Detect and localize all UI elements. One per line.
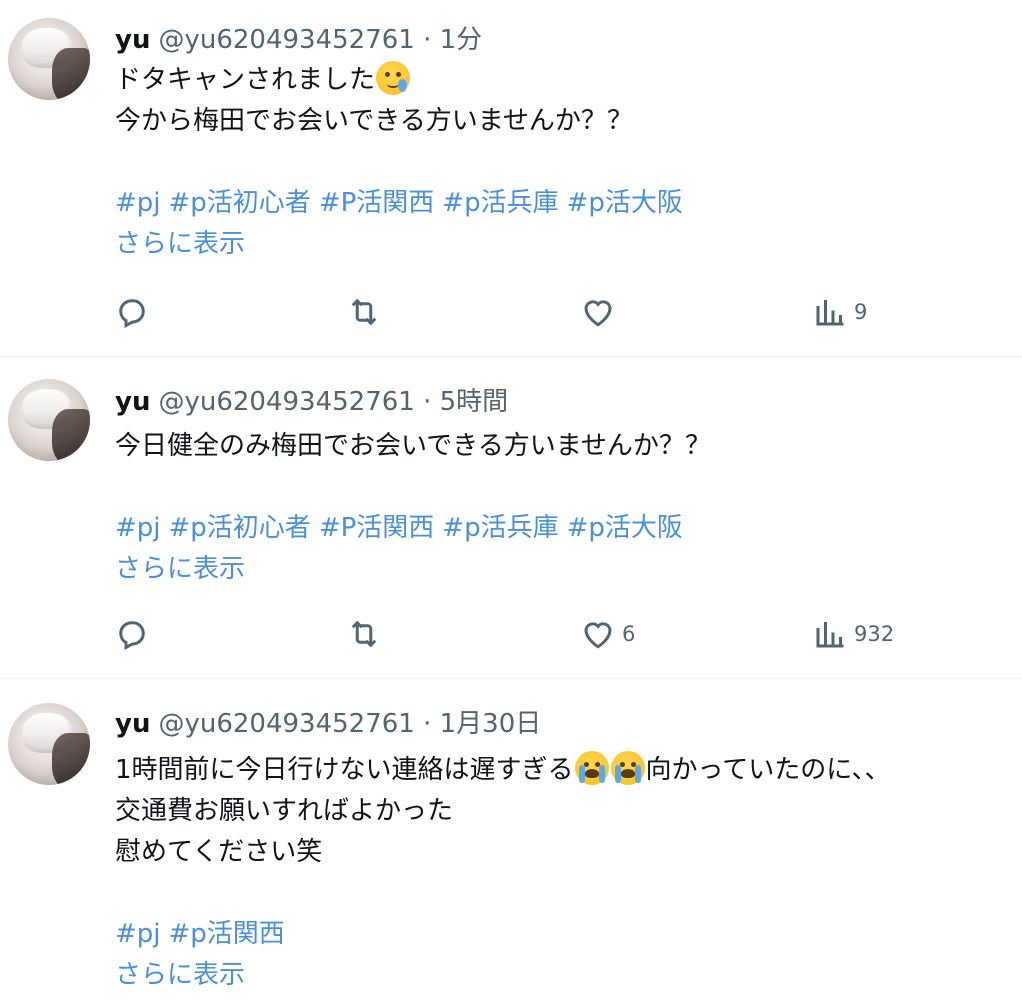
tweet[interactable]: yu @yu620493452761 · 1月30日 1時間前に今日行けない連絡は… [0,679,1022,1004]
view-count: 932 [854,622,895,646]
hashtag-list: #pj #p活初心者 #P活関西 #p活兵庫 #p活大阪 [115,183,691,224]
reply-button[interactable] [114,292,150,332]
retweet-icon [351,620,377,648]
tweet-line: 1時間前に今日行けない連絡は遅すぎる [115,755,574,785]
hashtag-link[interactable]: #p活関西 [169,919,285,949]
like-button[interactable] [580,292,622,332]
tweet-text: 1時間前に今日行けない連絡は遅すぎる 向かっていたのに、、 交通費お願いすればよか… [115,750,890,996]
tweet-text: ドタキャンされました 今から梅田でお会いできる方いませんか？？ #pj #p活初心… [115,60,691,265]
views-button[interactable]: 9 [812,292,867,332]
timestamp[interactable]: 1分 [440,25,483,55]
tweet-line: 向かっていたのに、、 [645,755,891,785]
timestamp[interactable]: 5時間 [440,387,509,417]
tweet-text: 今日健全のみ梅田でお会いできる方いませんか？？ #pj #p活初心者 #P活関西 #p… [115,426,711,590]
tweet[interactable]: yu @yu620493452761 · 5時間 今日健全のみ梅田でお会いできる方… [0,357,1022,678]
like-count: 6 [622,622,636,646]
like-button[interactable]: 6 [580,614,635,654]
show-more-link[interactable]: さらに表示 [115,224,691,265]
retweet-button[interactable] [346,614,382,654]
user-handle[interactable]: @yu620493452761 [158,387,414,417]
retweet-icon [351,298,377,326]
reply-icon [119,621,145,651]
hashtag-list: #pj #p活初心者 #P活関西 #p活兵庫 #p活大阪 [115,508,711,549]
views-icon [816,300,844,326]
retweet-button[interactable] [346,292,382,332]
show-more-link[interactable]: さらに表示 [115,955,890,996]
tweet-line: 慰めてください笑 [115,837,323,867]
hashtag-link[interactable]: #P活関西 [319,513,434,543]
hashtag-link[interactable]: #pj [115,919,161,949]
tweet-header: yu @yu620493452761 · 1月30日 [115,708,541,740]
avatar[interactable] [8,379,90,461]
avatar[interactable] [8,18,90,100]
user-handle[interactable]: @yu620493452761 [158,25,414,55]
hashtag-list: #pj #p活関西 [115,914,890,955]
tweet-line: 交通費お願いすればよかった [115,796,454,826]
tweet-actions: 9 [0,292,1022,332]
hashtag-link[interactable]: #p活大阪 [567,513,683,543]
tweet-header: yu @yu620493452761 · 1分 [115,24,482,56]
user-name[interactable]: yu [115,709,150,739]
avatar[interactable] [8,703,90,785]
tweet-actions: 6 932 [0,614,1022,654]
views-button[interactable]: 932 [812,614,894,654]
heart-icon [584,300,612,327]
timestamp[interactable]: 1月30日 [440,709,542,739]
hashtag-link[interactable]: #pj [115,513,161,543]
hashtag-link[interactable]: #P活関西 [319,188,434,218]
tweet-line: 今から梅田でお会いできる方いませんか？？ [115,106,633,136]
tweet-header: yu @yu620493452761 · 5時間 [115,386,508,418]
heart-icon [584,622,612,649]
reply-icon [119,299,145,329]
hashtag-link[interactable]: #p活兵庫 [442,513,558,543]
separator: · [423,25,432,55]
reply-button[interactable] [114,614,150,654]
tweet-line: 今日健全のみ梅田でお会いできる方いませんか？？ [115,431,711,461]
hashtag-link[interactable]: #pj [115,188,161,218]
user-name[interactable]: yu [115,387,150,417]
views-icon [816,622,844,648]
separator: · [423,709,432,739]
tweet[interactable]: yu @yu620493452761 · 1分 ドタキャンされました 今から梅田で… [0,0,1022,356]
user-handle[interactable]: @yu620493452761 [158,709,414,739]
view-count: 9 [854,300,868,324]
loudly-crying-face-icon [610,751,645,785]
hashtag-link[interactable]: #p活初心者 [169,513,311,543]
face-holding-back-tears-icon [376,61,411,95]
loudly-crying-face-icon [574,751,609,785]
user-name[interactable]: yu [115,25,150,55]
hashtag-link[interactable]: #p活兵庫 [442,188,558,218]
show-more-link[interactable]: さらに表示 [115,549,711,590]
tweet-line: ドタキャンされました [115,65,376,95]
separator: · [423,387,432,417]
hashtag-link[interactable]: #p活初心者 [169,188,311,218]
hashtag-link[interactable]: #p活大阪 [567,188,683,218]
